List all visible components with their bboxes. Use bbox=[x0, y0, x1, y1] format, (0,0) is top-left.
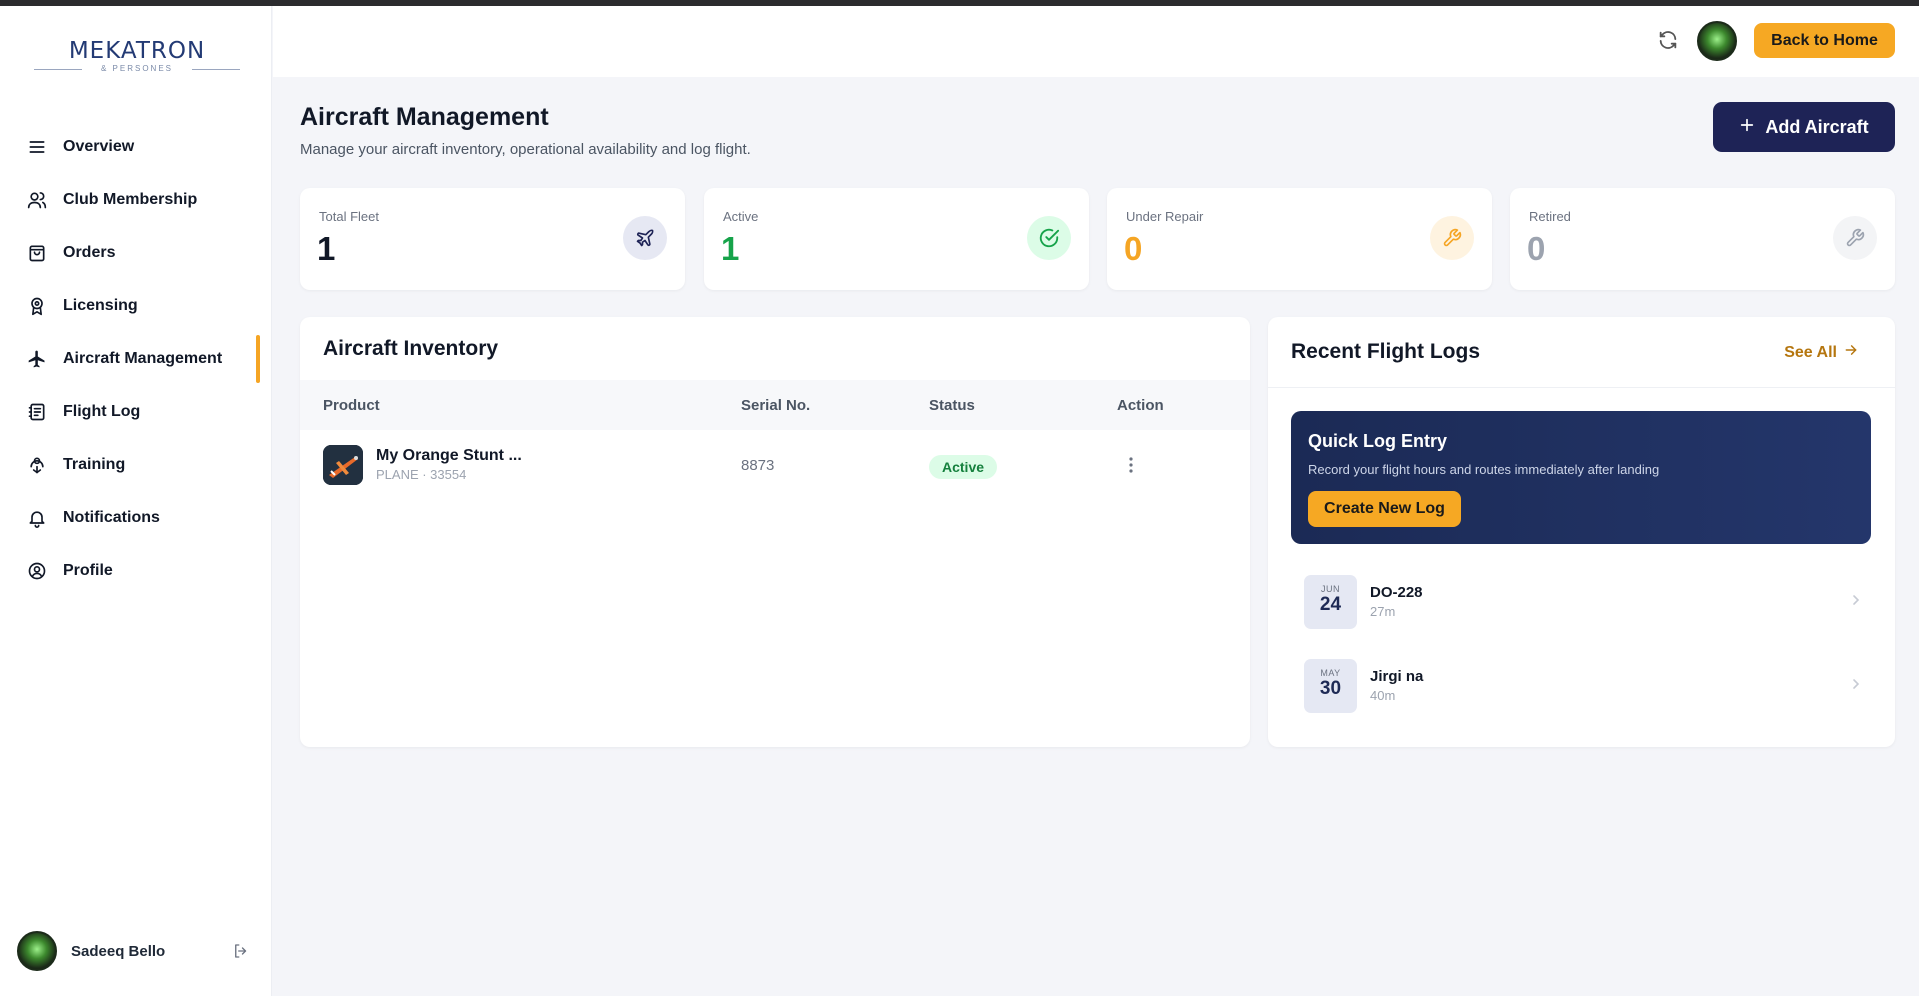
stat-value: 1 bbox=[721, 230, 740, 267]
sidebar-item-label: Aircraft Management bbox=[63, 349, 223, 367]
quick-log-title: Quick Log Entry bbox=[1308, 431, 1448, 451]
aircraft-name: My Orange Stunt ... bbox=[376, 447, 522, 464]
stat-label: Total Fleet bbox=[319, 209, 379, 224]
log-date: JUN 24 bbox=[1304, 575, 1357, 629]
sidebar-item-label: Licensing bbox=[63, 296, 138, 314]
log-duration: 40m bbox=[1370, 688, 1396, 703]
logo-text: MEKATRON bbox=[68, 38, 206, 64]
brand-logo[interactable]: MEKATRON & PERSONES bbox=[34, 38, 240, 82]
logs-title: Recent Flight Logs bbox=[1291, 340, 1480, 363]
log-month: MAY bbox=[1320, 668, 1341, 678]
quick-log-subtitle: Record your flight hours and routes imme… bbox=[1308, 462, 1660, 477]
sidebar-item-licensing[interactable]: Licensing bbox=[0, 279, 272, 332]
sidebar-item-profile[interactable]: Profile bbox=[0, 544, 272, 597]
inventory-title: Aircraft Inventory bbox=[323, 337, 499, 360]
sidebar-item-overview[interactable]: Overview bbox=[0, 120, 272, 173]
logo-subtext: & PERSONES bbox=[34, 64, 240, 73]
sidebar-item-training[interactable]: Training bbox=[0, 438, 272, 491]
chevron-right-icon bbox=[1848, 676, 1864, 692]
log-duration: 27m bbox=[1370, 604, 1396, 619]
arrow-right-icon bbox=[1844, 343, 1858, 362]
back-to-home-button[interactable]: Back to Home bbox=[1754, 23, 1895, 58]
refresh-icon[interactable] bbox=[1655, 27, 1681, 53]
stat-card-total-fleet: Total Fleet 1 bbox=[300, 188, 685, 290]
plus-icon bbox=[1739, 117, 1755, 138]
wrench-icon bbox=[1833, 216, 1877, 260]
stat-card-retired: Retired 0 bbox=[1510, 188, 1895, 290]
sidebar-item-flight-log[interactable]: Flight Log bbox=[0, 385, 272, 438]
stat-label: Active bbox=[723, 209, 759, 224]
column-header-status: Status bbox=[929, 397, 975, 414]
log-aircraft: DO-228 bbox=[1370, 584, 1423, 601]
sidebar-item-notifications[interactable]: Notifications bbox=[0, 491, 272, 544]
shopping-bag-icon bbox=[26, 242, 48, 264]
aircraft-serial: 8873 bbox=[741, 457, 775, 474]
column-header-product: Product bbox=[323, 397, 380, 414]
sidebar-item-label: Club Membership bbox=[63, 190, 198, 208]
logout-icon[interactable] bbox=[231, 941, 251, 961]
stat-label: Retired bbox=[1529, 209, 1571, 224]
graduation-icon bbox=[26, 454, 48, 476]
header-avatar[interactable] bbox=[1697, 21, 1737, 61]
stat-card-active: Active 1 bbox=[704, 188, 1089, 290]
recent-flight-logs-card: Recent Flight Logs See All Quick Log Ent… bbox=[1268, 317, 1895, 747]
see-all-link[interactable]: See All bbox=[1784, 343, 1858, 362]
plane-icon bbox=[26, 348, 48, 370]
table-header: Product Serial No. Status Action bbox=[300, 380, 1250, 430]
log-aircraft: Jirgi na bbox=[1370, 668, 1424, 685]
log-day: 30 bbox=[1319, 678, 1342, 699]
wrench-icon bbox=[1430, 216, 1474, 260]
log-day: 24 bbox=[1319, 594, 1342, 615]
sidebar-item-label: Orders bbox=[63, 243, 116, 261]
column-header-serial: Serial No. bbox=[741, 397, 811, 414]
list-item[interactable]: JUN 24 DO-228 27m bbox=[1304, 575, 1864, 629]
avatar[interactable] bbox=[17, 931, 57, 971]
sidebar-item-label: Profile bbox=[63, 561, 113, 579]
chevron-right-icon bbox=[1848, 592, 1864, 608]
stat-value: 0 bbox=[1124, 230, 1143, 267]
bell-icon bbox=[26, 507, 48, 529]
stat-value: 1 bbox=[317, 230, 336, 267]
page-subtitle: Manage your aircraft inventory, operatio… bbox=[300, 141, 751, 158]
aircraft-thumbnail bbox=[323, 445, 363, 485]
sidebar-item-aircraft-management[interactable]: Aircraft Management bbox=[0, 332, 272, 385]
sidebar-nav: Overview Club Membership Orders Licensin… bbox=[0, 120, 272, 597]
user-circle-icon bbox=[26, 560, 48, 582]
user-panel: Sadeeq Bello bbox=[17, 930, 257, 972]
user-name: Sadeeq Bello bbox=[71, 942, 166, 960]
stat-card-under-repair: Under Repair 0 bbox=[1107, 188, 1492, 290]
log-month: JUN bbox=[1321, 584, 1340, 594]
aircraft-inventory-card: Aircraft Inventory Product Serial No. St… bbox=[300, 317, 1250, 747]
more-vertical-icon[interactable] bbox=[1122, 454, 1140, 476]
see-all-label: See All bbox=[1784, 343, 1837, 361]
divider bbox=[1268, 387, 1895, 388]
sidebar-item-orders[interactable]: Orders bbox=[0, 226, 272, 279]
sidebar: MEKATRON & PERSONES Overview Club Member… bbox=[0, 6, 272, 996]
log-date: MAY 30 bbox=[1304, 659, 1357, 713]
stat-value: 0 bbox=[1527, 230, 1546, 267]
notebook-icon bbox=[26, 401, 48, 423]
award-icon bbox=[26, 295, 48, 317]
list-item[interactable]: MAY 30 Jirgi na 40m bbox=[1304, 659, 1864, 713]
stat-label: Under Repair bbox=[1126, 209, 1204, 224]
menu-icon bbox=[26, 136, 48, 158]
sidebar-item-label: Training bbox=[63, 455, 126, 473]
create-new-log-button[interactable]: Create New Log bbox=[1308, 491, 1461, 527]
sidebar-item-label: Overview bbox=[63, 137, 135, 155]
sidebar-item-club-membership[interactable]: Club Membership bbox=[0, 173, 272, 226]
top-header: Back to Home bbox=[273, 6, 1919, 77]
page-title: Aircraft Management bbox=[300, 103, 549, 131]
sidebar-item-label: Notifications bbox=[63, 508, 160, 526]
quick-log-entry-panel: Quick Log Entry Record your flight hours… bbox=[1291, 411, 1871, 544]
users-icon bbox=[26, 189, 48, 211]
status-badge: Active bbox=[929, 455, 998, 479]
plane-icon bbox=[623, 216, 667, 260]
aircraft-meta: PLANE · 33554 bbox=[376, 467, 467, 482]
add-aircraft-label: Add Aircraft bbox=[1765, 116, 1869, 137]
sidebar-item-label: Flight Log bbox=[63, 402, 141, 420]
column-header-action: Action bbox=[1117, 397, 1164, 414]
table-row[interactable]: My Orange Stunt ... PLANE · 33554 8873 A… bbox=[300, 430, 1250, 502]
check-circle-icon bbox=[1027, 216, 1071, 260]
add-aircraft-button[interactable]: Add Aircraft bbox=[1713, 102, 1895, 152]
